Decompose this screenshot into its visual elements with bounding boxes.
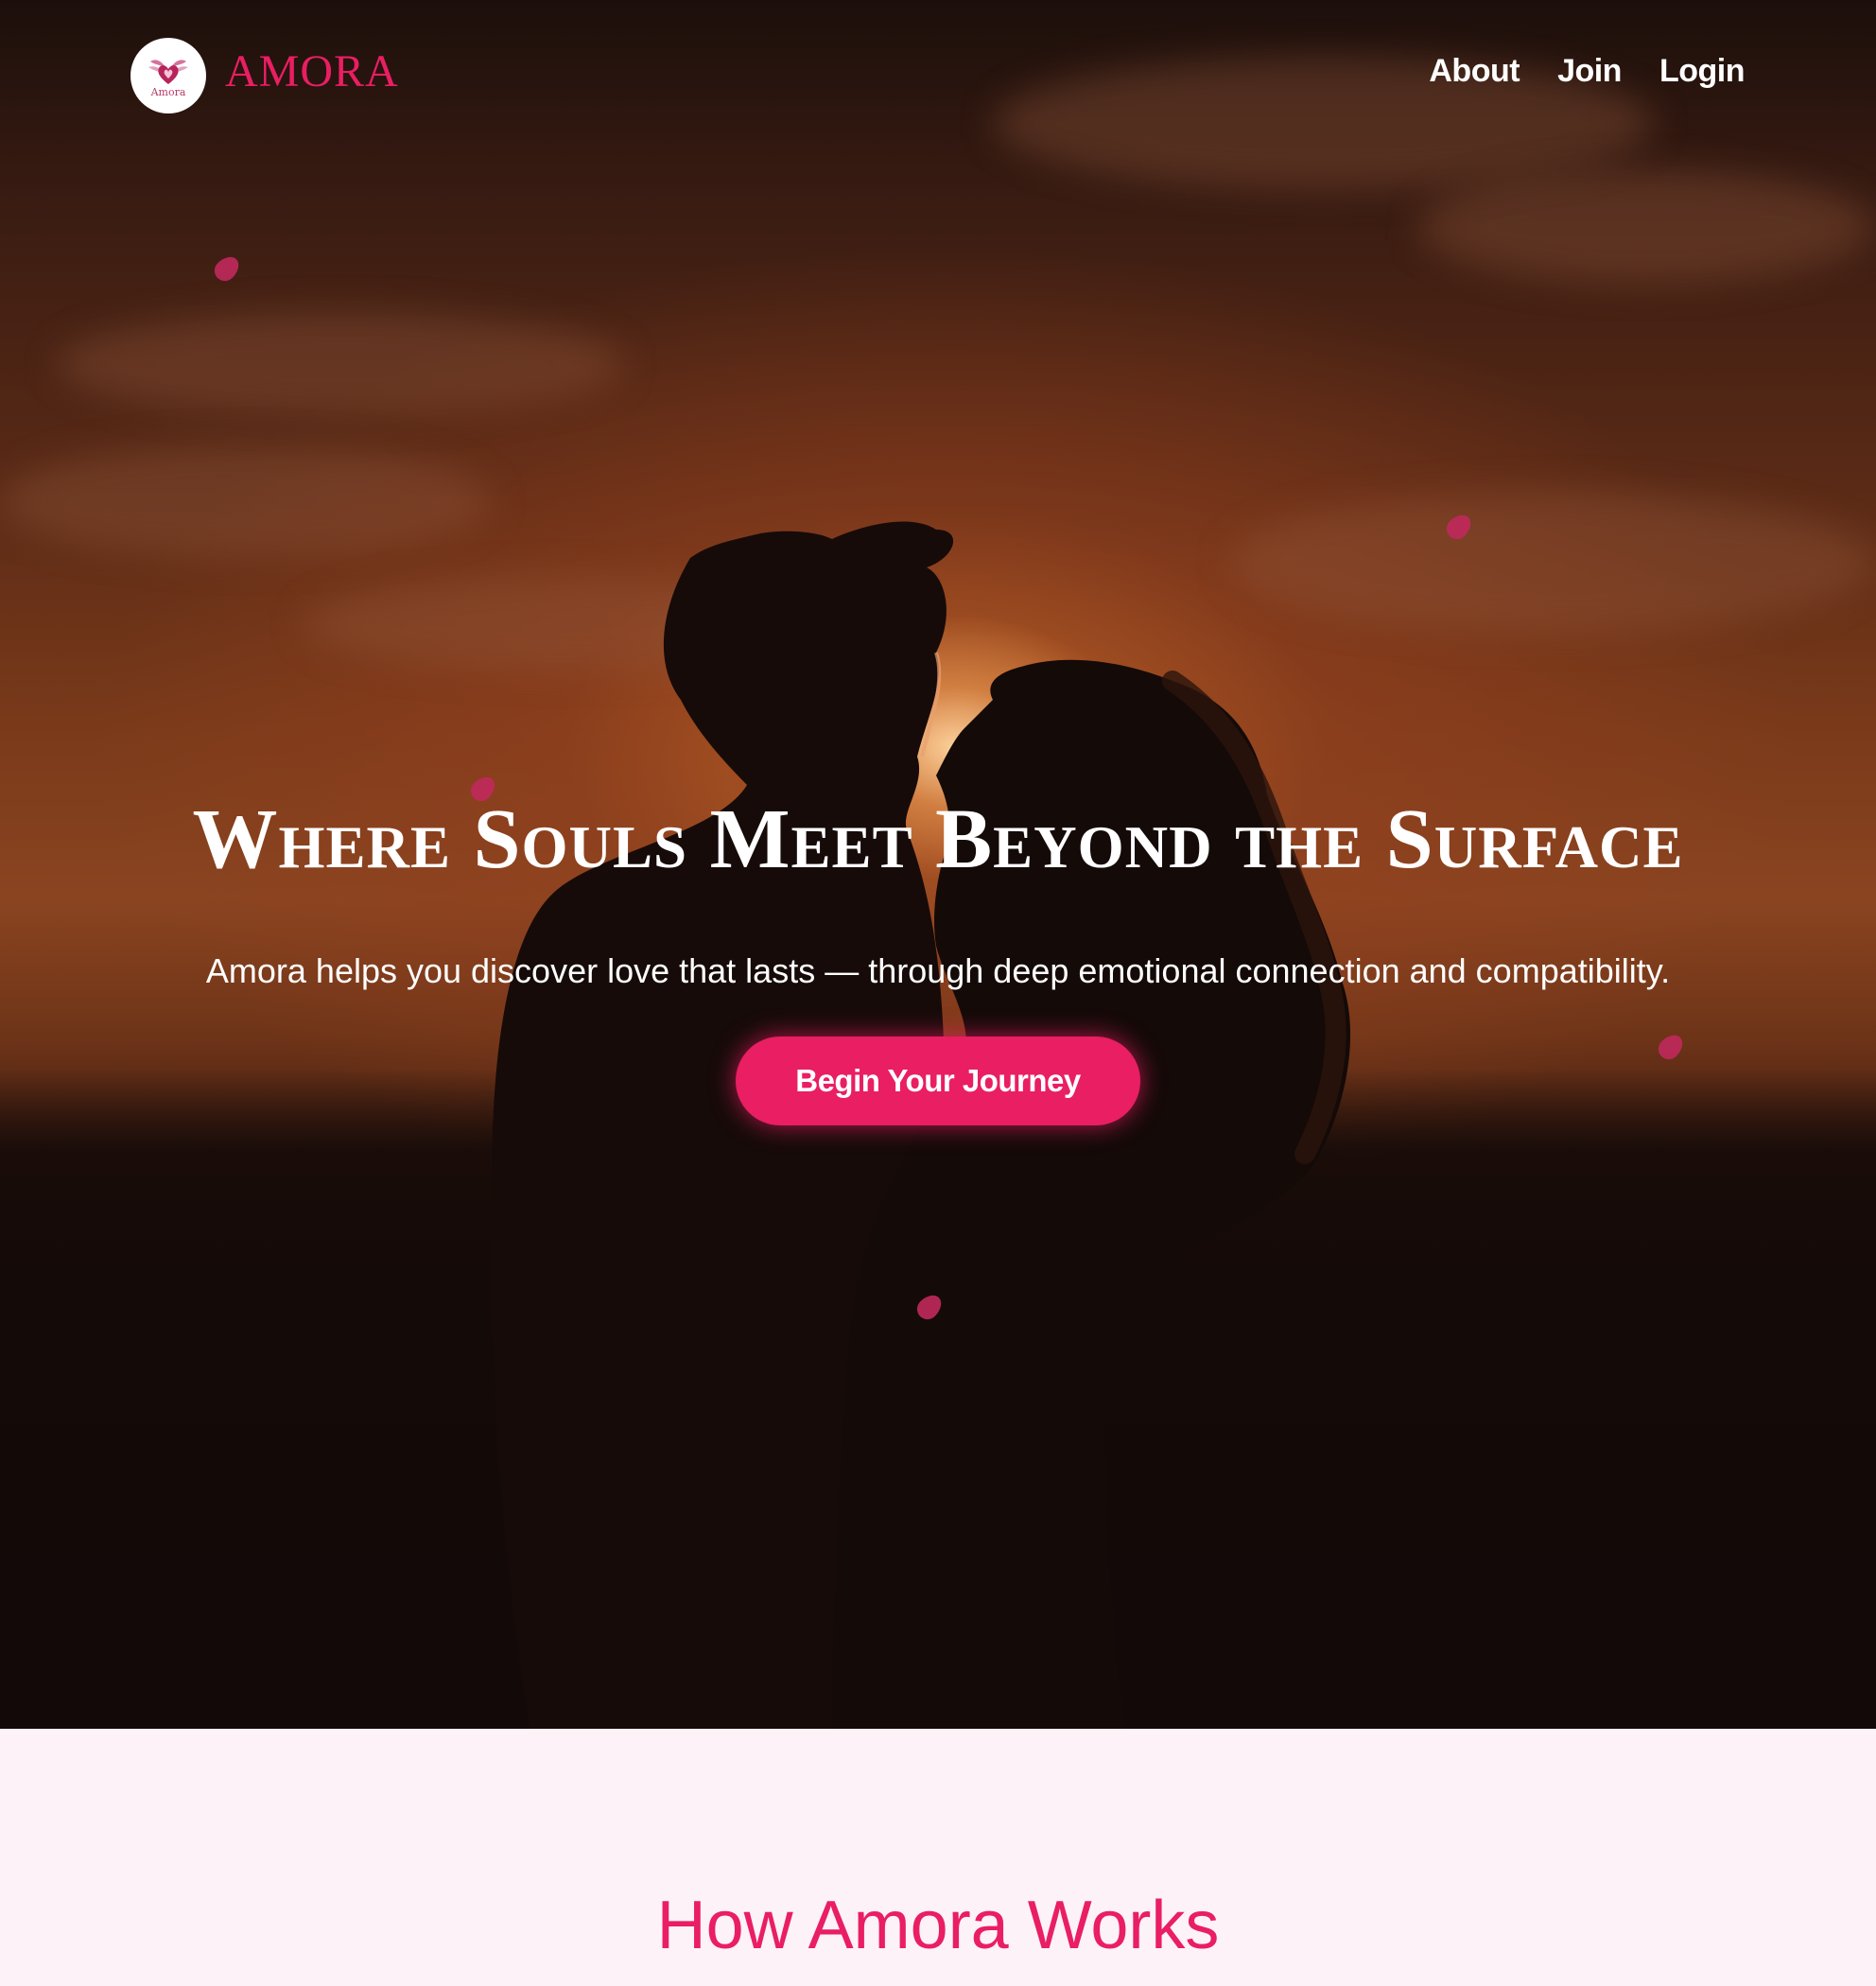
winged-heart-icon [148,59,188,84]
nav-link-join[interactable]: Join [1557,53,1622,90]
top-nav: About Join Login [1429,53,1745,90]
section-title: How Amora Works [656,1888,1220,1963]
hero-subtitle: Amora helps you discover love that lasts… [205,951,1671,990]
hero-section: Amora AMORA About Join Login Where Souls… [0,0,1876,1729]
begin-journey-button[interactable]: Begin Your Journey [736,1037,1140,1125]
nav-link-login[interactable]: Login [1659,53,1746,90]
hero-title: Where Souls Meet Beyond the Surface [192,793,1684,886]
landing-page: Amora AMORA About Join Login Where Souls… [0,0,1876,1986]
logo-badge[interactable]: Amora [130,38,206,113]
nav-link-about[interactable]: About [1429,53,1520,90]
how-it-works-section: How Amora Works [0,1729,1876,1986]
logo-caption: Amora [150,85,186,98]
brand-name[interactable]: AMORA [225,49,399,95]
